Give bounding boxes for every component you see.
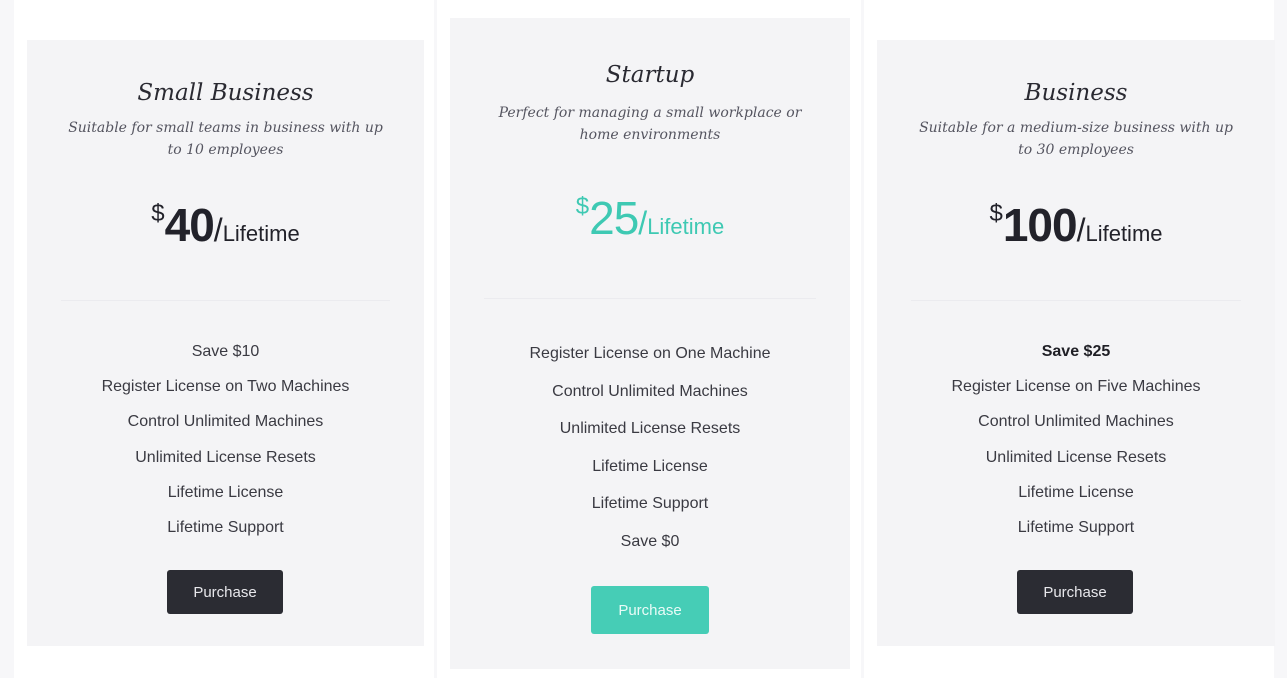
feature-item: Lifetime Support: [167, 518, 284, 536]
feature-list: Register License on One Machine Control …: [450, 345, 850, 571]
plan-title: Business: [1024, 80, 1128, 106]
plan-price: $100/Lifetime: [877, 198, 1275, 252]
divider: [911, 300, 1241, 301]
price-amount: 25: [589, 192, 639, 244]
plan-title: Small Business: [137, 80, 314, 106]
pricing-card-business: Business Suitable for a medium-size busi…: [877, 40, 1275, 646]
pricing-card-small-business: Small Business Suitable for small teams …: [27, 40, 424, 646]
divider: [484, 298, 816, 299]
feature-item: Control Unlimited Machines: [978, 413, 1174, 431]
feature-item: Control Unlimited Machines: [552, 382, 748, 400]
feature-item: Unlimited License Resets: [985, 448, 1167, 466]
feature-item: Unlimited License Resets: [559, 420, 741, 438]
purchase-button[interactable]: Purchase: [591, 586, 709, 634]
price-slash: /: [213, 212, 223, 248]
plan-description: Perfect for managing a small workplace o…: [498, 105, 802, 143]
price-currency: $: [575, 193, 590, 220]
price-amount: 100: [1002, 199, 1078, 251]
purchase-button[interactable]: Purchase: [167, 570, 283, 614]
plan-description: Suitable for a medium-size business with…: [919, 120, 1233, 158]
plan-description: Suitable for small teams in business wit…: [68, 120, 383, 158]
price-slash: /: [638, 205, 648, 241]
divider: [61, 300, 390, 301]
price-currency: $: [989, 200, 1003, 227]
price-period: Lifetime: [647, 214, 725, 239]
feature-item: Register License on Two Machines: [101, 378, 350, 396]
feature-item: Lifetime License: [592, 457, 708, 475]
pricing-card-startup: Startup Perfect for managing a small wor…: [450, 18, 850, 669]
purchase-button[interactable]: Purchase: [1017, 570, 1133, 614]
feature-item: Lifetime Support: [1017, 518, 1135, 536]
feature-item: Control Unlimited Machines: [127, 413, 324, 431]
feature-item: Lifetime License: [167, 483, 284, 501]
price-period: Lifetime: [1085, 221, 1163, 246]
feature-item: Register License on One Machine: [529, 345, 771, 362]
feature-item: Unlimited License Resets: [135, 448, 316, 466]
plan-title: Startup: [605, 62, 695, 88]
feature-item: Save $0: [620, 532, 680, 550]
feature-item: Save $25: [1041, 343, 1111, 360]
plan-price: $40/Lifetime: [27, 198, 424, 252]
plan-price: $25/Lifetime: [450, 191, 850, 245]
price-currency: $: [151, 200, 165, 227]
feature-list: Save $10 Register License on Two Machine…: [27, 343, 424, 554]
feature-list: Save $25 Register License on Five Machin…: [877, 343, 1275, 554]
price-amount: 40: [164, 199, 215, 251]
price-period: Lifetime: [222, 221, 300, 246]
feature-item: Lifetime License: [1018, 483, 1134, 501]
feature-item: Lifetime Support: [591, 495, 709, 513]
feature-item: Save $10: [191, 343, 260, 360]
feature-item: Register License on Five Machines: [951, 378, 1201, 396]
